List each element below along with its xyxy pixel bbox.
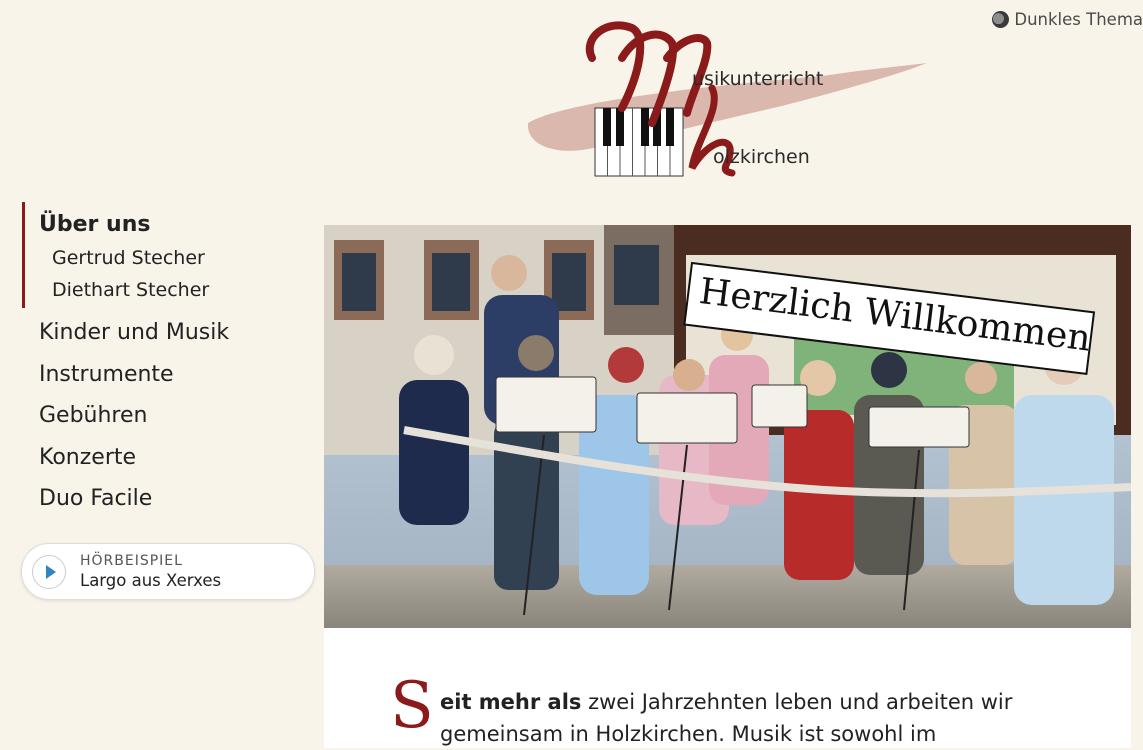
player-label: HÖRBEISPIEL [80, 552, 183, 569]
play-icon [45, 564, 56, 579]
nav-item-ueber-uns[interactable]: Über uns [39, 208, 312, 242]
intro-paragraph-line2: gemeinsam in Holzkirchen. Musik ist sowo… [440, 722, 937, 746]
dropcap-letter: S [390, 669, 434, 743]
site-logo[interactable]: usikunterricht olzkirchen [522, 18, 932, 180]
player-info: HÖRBEISPIEL Largo aus Xerxes [80, 553, 221, 591]
dark-theme-label: Dunkles Thema [1014, 9, 1143, 29]
play-button[interactable] [32, 554, 66, 589]
nav-subitem-gertrud-stecher[interactable]: Gertrud Stecher [39, 242, 312, 274]
intro-bold-text: eit mehr als [440, 690, 582, 714]
nav-item-kinder-und-musik[interactable]: Kinder und Musik [22, 312, 312, 354]
intro-text: zwei Jahrzehnten leben und arbeiten wir [581, 690, 1013, 714]
nav-item-konzerte[interactable]: Konzerte [22, 437, 312, 479]
main-navigation: Über uns Gertrud Stecher Diethart Steche… [22, 202, 312, 520]
hero-image: Herzlich Willkommen [324, 225, 1131, 628]
nav-item-duo-facile[interactable]: Duo Facile [22, 478, 312, 520]
nav-item-gebuehren[interactable]: Gebühren [22, 395, 312, 437]
audio-player: HÖRBEISPIEL Largo aus Xerxes [21, 543, 315, 600]
moon-icon [992, 10, 1010, 28]
logo-text-line2: olzkirchen [713, 146, 810, 168]
intro-paragraph-line1: eit mehr als zwei Jahrzehnten leben und … [440, 686, 1120, 718]
nav-item-instrumente[interactable]: Instrumente [22, 354, 312, 396]
nav-subitem-diethart-stecher[interactable]: Diethart Stecher [39, 274, 312, 306]
nav-list: Kinder und Musik Instrumente Gebühren Ko… [22, 312, 312, 520]
content-card: S eit mehr als zwei Jahrzehnten leben un… [324, 628, 1131, 748]
nav-group-ueber-uns: Über uns Gertrud Stecher Diethart Steche… [22, 202, 312, 308]
player-title: Largo aus Xerxes [80, 570, 222, 590]
logo-text-line1: usikunterricht [692, 68, 824, 90]
dark-theme-toggle[interactable]: Dunkles Thema [992, 8, 1143, 30]
